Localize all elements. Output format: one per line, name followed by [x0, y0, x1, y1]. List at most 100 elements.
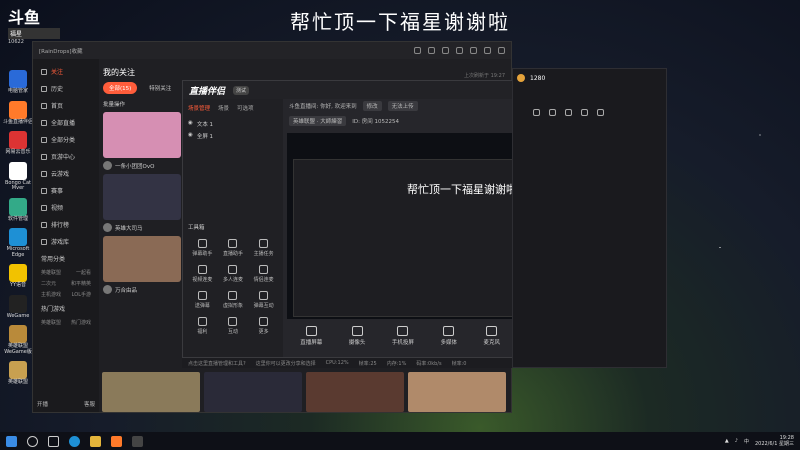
stream-thumbnail[interactable]: [103, 174, 181, 220]
minimize-icon[interactable]: [484, 47, 491, 54]
batch-manage-link[interactable]: 批量操作: [103, 100, 181, 108]
toolbox-item[interactable]: 弹幕助手: [188, 239, 217, 257]
source-icon: [397, 326, 409, 336]
thumbnail[interactable]: [408, 372, 506, 412]
toolbox-item[interactable]: 更多: [249, 317, 278, 335]
douyu-icon[interactable]: [111, 435, 122, 447]
thumbnail[interactable]: [306, 372, 404, 412]
volume-icon[interactable]: ♪: [735, 438, 738, 444]
download-icon[interactable]: [428, 47, 435, 54]
desktop-shortcut[interactable]: 英雄联盟: [3, 361, 33, 386]
feed-filter-pills: 全部(15) 特别关注: [103, 82, 181, 94]
taskview-icon[interactable]: [48, 435, 59, 447]
thumbnail[interactable]: [102, 372, 200, 412]
home-icon[interactable]: [533, 109, 540, 116]
tab-scene-manage[interactable]: 场景管理: [188, 104, 210, 112]
sidebar-section-title[interactable]: 常用分类: [37, 250, 95, 267]
network-icon[interactable]: ▲: [725, 438, 729, 444]
sidebar-sub-link[interactable]: LOL手游: [72, 291, 91, 298]
sidebar-sub-link[interactable]: 英雄联盟: [41, 269, 61, 276]
source-button[interactable]: 手机投屏: [392, 326, 414, 346]
sidebar-sub-link[interactable]: 英雄联盟: [41, 319, 61, 326]
stream-thumbnail[interactable]: [103, 112, 181, 158]
settings-icon[interactable]: [470, 47, 477, 54]
sidebar-sub-link[interactable]: 和平精英: [71, 280, 91, 287]
desktop-shortcut[interactable]: YY语音: [3, 264, 33, 289]
folder-icon[interactable]: [90, 435, 101, 447]
sidebar-item[interactable]: 历史: [37, 80, 95, 97]
toolbox-item[interactable]: 互动: [219, 317, 248, 335]
desktop-shortcut[interactable]: 网易云音乐: [3, 131, 33, 156]
sidebar-item[interactable]: 页游中心: [37, 148, 95, 165]
mail-icon[interactable]: [581, 109, 588, 116]
streamer-tool-icon[interactable]: [132, 435, 143, 447]
toolbox-item[interactable]: 直播助手: [219, 239, 248, 257]
sidebar-sub-link[interactable]: 二次元: [41, 280, 56, 287]
desktop-shortcut[interactable]: 斗鱼直播伴侣: [3, 100, 33, 126]
pill-special[interactable]: 特别关注: [143, 82, 177, 94]
eye-icon[interactable]: ◉: [188, 132, 193, 140]
gift-icon[interactable]: [456, 47, 463, 54]
toolbox-item[interactable]: 视频连麦: [188, 265, 217, 283]
clock[interactable]: 19:28 2022/6/1 星期三: [755, 435, 794, 447]
search-icon[interactable]: [27, 435, 38, 447]
folder-icon[interactable]: [549, 109, 556, 116]
sidebar-item[interactable]: 首页: [37, 97, 95, 114]
sidebar-sub-link[interactable]: 主机游戏: [41, 291, 61, 298]
stream-thumbnail[interactable]: [103, 236, 181, 282]
upload-cover-button[interactable]: 无法上传: [387, 101, 418, 111]
toolbox-item[interactable]: 福利: [188, 317, 217, 335]
support-button[interactable]: 客服: [84, 400, 95, 408]
ime-icon[interactable]: 中: [744, 438, 749, 445]
sidebar-item[interactable]: 全部直播: [37, 114, 95, 131]
sidebar-sub-link[interactable]: 热门游戏: [71, 319, 91, 326]
tab-scene[interactable]: 场景: [218, 104, 229, 112]
desktop-shortcut[interactable]: WeGame: [3, 294, 33, 320]
pill-all[interactable]: 全部(15): [103, 82, 138, 94]
sidebar-item[interactable]: 云游戏: [37, 165, 95, 182]
toolbox-item[interactable]: 弹幕互动: [249, 291, 278, 309]
tab-options[interactable]: 可选项: [237, 104, 254, 112]
stream-caption[interactable]: 一条小团团OvO: [103, 161, 181, 170]
windows-start-icon[interactable]: [6, 435, 17, 447]
sidebar-item[interactable]: 赛事: [37, 182, 95, 199]
sidebar-item[interactable]: 排行榜: [37, 216, 95, 233]
desktop-shortcut[interactable]: 软件管理: [3, 197, 33, 223]
gift-icon[interactable]: [565, 109, 572, 116]
sidebar-section-title[interactable]: 热门游戏: [37, 300, 95, 317]
sidebar-item[interactable]: 游戏库: [37, 233, 95, 250]
sidebar-sub-link[interactable]: 一起看: [76, 269, 91, 276]
source-button[interactable]: 摄像头: [349, 326, 365, 346]
toolbox-item[interactable]: 送弹幕: [188, 291, 217, 309]
source-button[interactable]: 直播屏幕: [300, 326, 322, 346]
toolbox-item[interactable]: 虚拟形象: [219, 291, 248, 309]
sidebar-sub-row: 英雄联盟 热门游戏: [37, 317, 95, 328]
toolbox-item[interactable]: 主播任务: [249, 239, 278, 257]
history-icon[interactable]: [414, 47, 421, 54]
close-icon[interactable]: [498, 47, 505, 54]
toolbox-item[interactable]: 多人连麦: [219, 265, 248, 283]
stream-caption[interactable]: 万合由品: [103, 285, 181, 294]
edit-title-button[interactable]: 修改: [362, 101, 382, 111]
toolbox-item[interactable]: 情侣连麦: [249, 265, 278, 283]
thumbnail[interactable]: [204, 372, 302, 412]
scene-item[interactable]: ◉ 文本 1: [188, 118, 278, 130]
desktop-shortcut[interactable]: 英雄联盟WeGame版: [3, 325, 33, 355]
edge-icon[interactable]: [69, 435, 80, 447]
desktop-shortcut[interactable]: Bongo Cat Mver: [3, 161, 33, 192]
sidebar-item[interactable]: 视频: [37, 199, 95, 216]
desktop-shortcut[interactable]: Microsoft Edge: [3, 228, 33, 258]
stream-caption[interactable]: 英雄大司马: [103, 223, 181, 232]
category-tag[interactable]: 英雄联盟 · 大師練習: [289, 116, 347, 126]
avatar-icon[interactable]: [442, 47, 449, 54]
source-button[interactable]: 多媒体: [440, 326, 457, 346]
share-icon[interactable]: [597, 109, 604, 116]
start-stream-button[interactable]: 开播: [37, 400, 48, 408]
eye-icon[interactable]: ◉: [188, 120, 193, 128]
scene-item[interactable]: ◉ 全屏 1: [188, 130, 278, 142]
desktop-shortcut[interactable]: 电脑管家: [3, 70, 33, 95]
side-app-window[interactable]: 1280: [512, 68, 667, 368]
sidebar-item[interactable]: 全部分类: [37, 131, 95, 148]
sidebar-item[interactable]: 关注: [37, 63, 95, 80]
source-button[interactable]: 麦克风: [484, 326, 500, 346]
